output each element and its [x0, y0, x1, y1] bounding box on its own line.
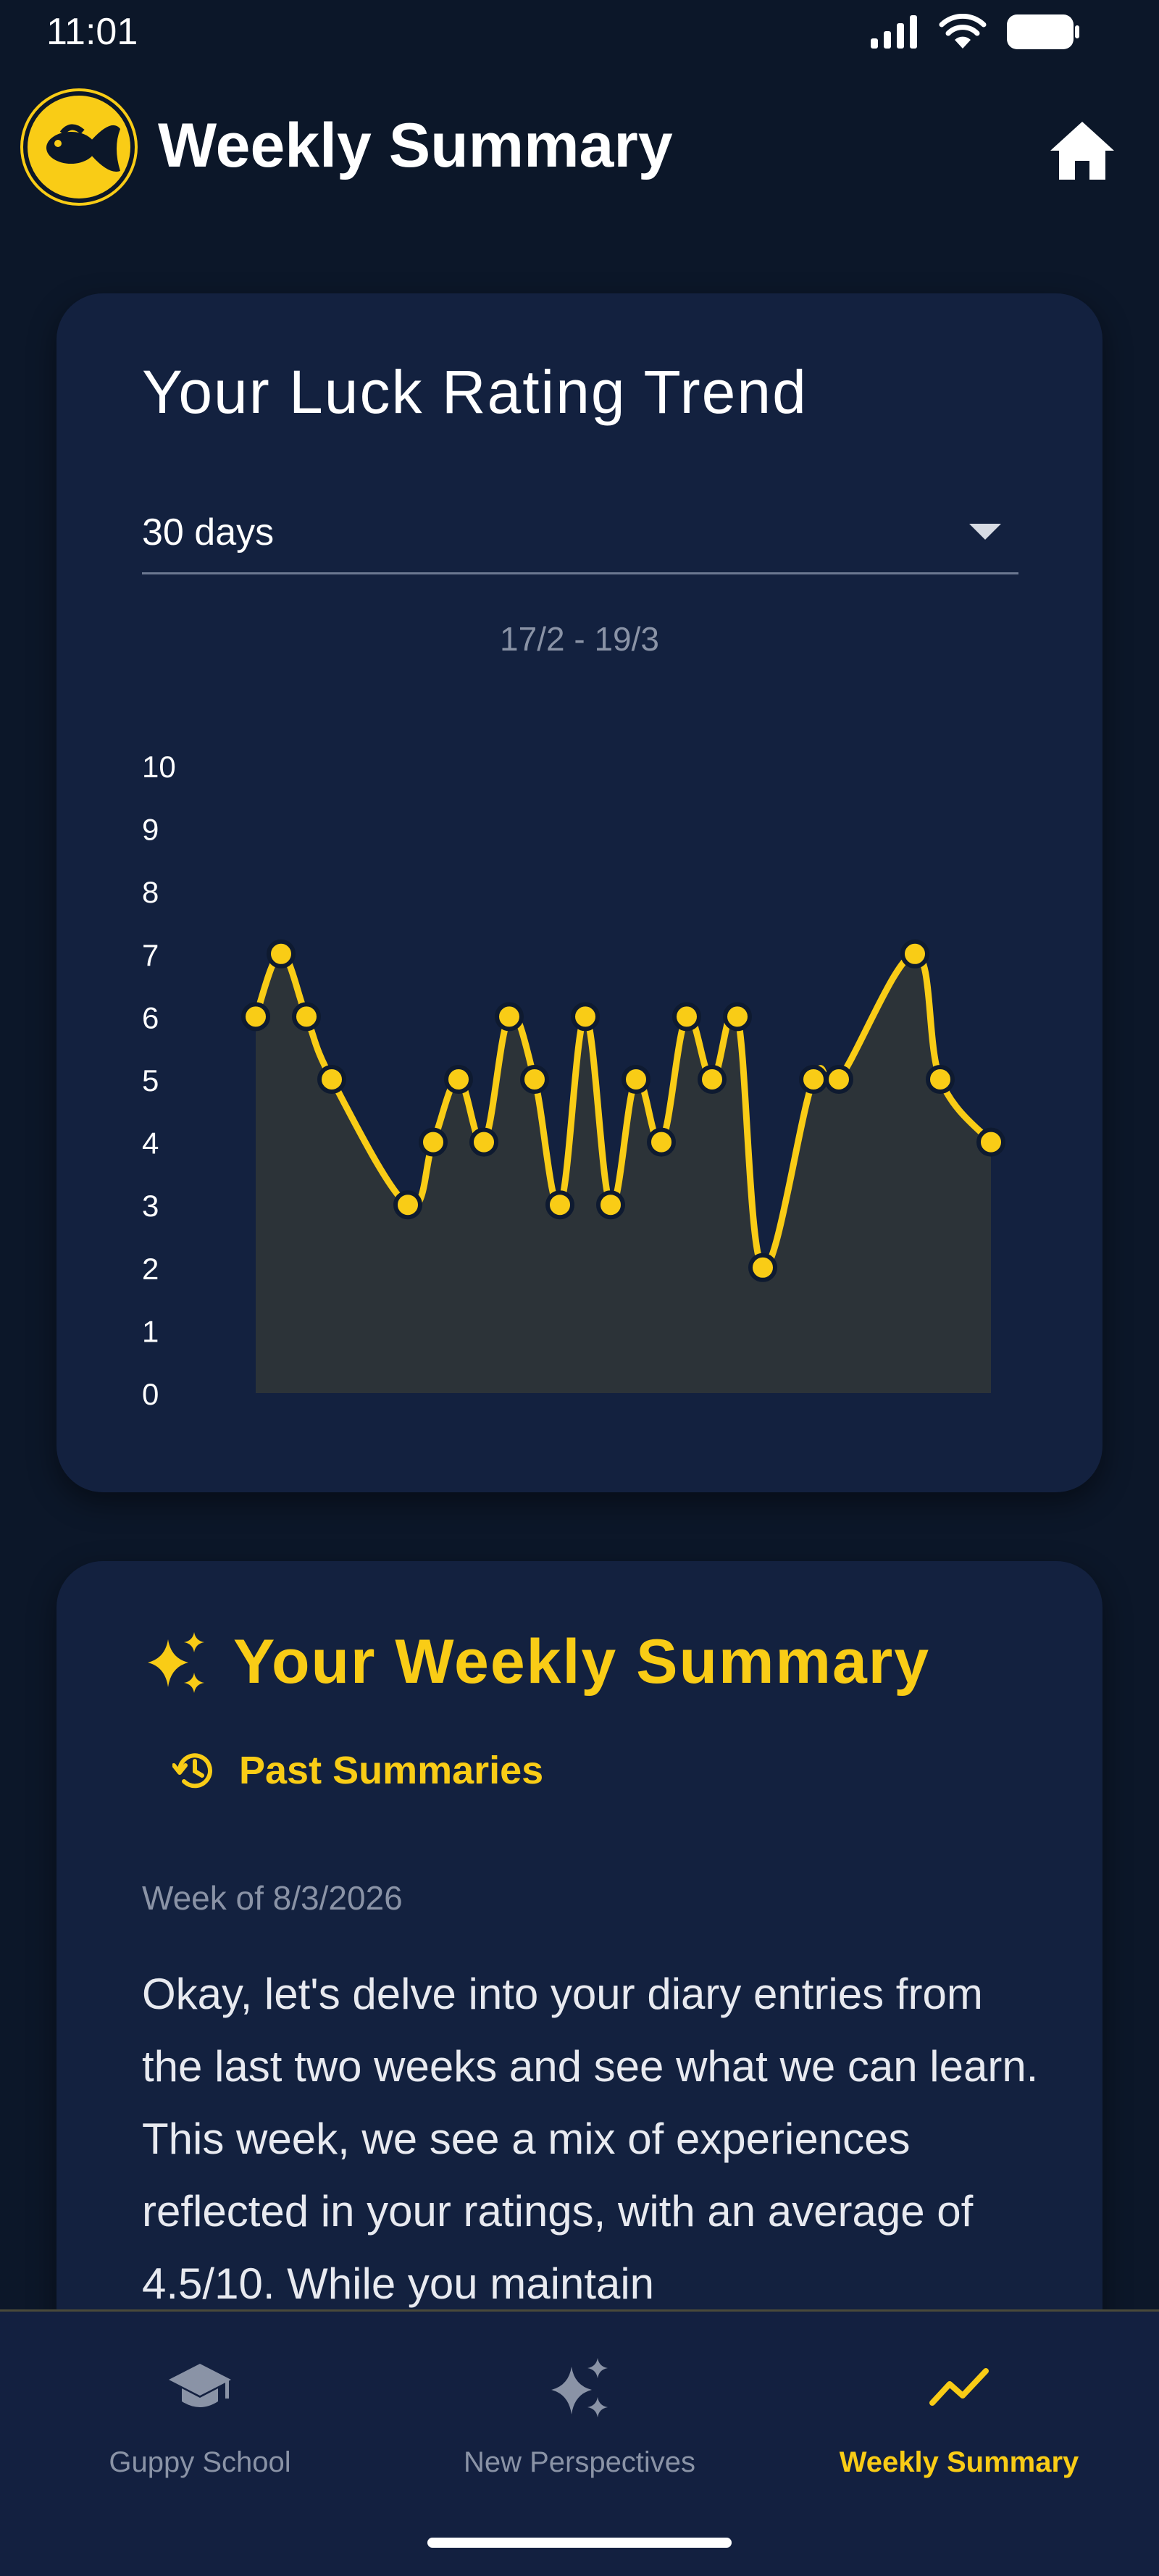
app-bar: Weekly Summary: [0, 80, 1159, 210]
x-tick-label: 4/3: [616, 1422, 656, 1423]
chart-data-point: [419, 1127, 448, 1157]
status-bar: 11:01: [0, 0, 1159, 65]
range-dropdown-value: 30 days: [142, 511, 275, 553]
wifi-icon: [939, 14, 987, 49]
nav-item-new-perspectives[interactable]: New Perspectives: [391, 2355, 768, 2493]
date-range-label: 17/2 - 19/3: [500, 620, 659, 658]
bottom-navigation: Guppy School New Perspectives Weekly Sum…: [0, 2309, 1159, 2576]
guppy-logo-icon: [23, 91, 135, 203]
summary-header: Your Weekly Summary: [142, 1626, 930, 1698]
y-tick-label: 10: [142, 750, 176, 784]
trend-card-title: Your Luck Rating Trend: [142, 358, 808, 426]
chart-data-point: [976, 1127, 1005, 1157]
sparkles-icon: [551, 2358, 608, 2417]
chart-data-point: [444, 1065, 473, 1094]
x-tick-label: 17/2: [227, 1422, 284, 1423]
nav-item-guppy-school[interactable]: Guppy School: [12, 2355, 388, 2493]
chart-data-point: [545, 1190, 574, 1220]
luck-rating-chart: 0 1 2 3 4 5 6 7 8 9 10 17/2 22/2 27/2 4/3 9/3 14/3 19/3: [142, 750, 1045, 1423]
chart-data-point: [267, 939, 296, 969]
home-indicator: [427, 2538, 732, 2548]
sparkles-icon: [148, 1631, 204, 1693]
page-title: Weekly Summary: [158, 111, 673, 180]
app-screen: 11:01 Weekly Summary Your Luck Rating Tr…: [0, 0, 1159, 2576]
chart-data-point: [317, 1065, 346, 1094]
home-button[interactable]: [1047, 117, 1117, 183]
y-tick-label: 6: [142, 1000, 159, 1034]
y-tick-label: 8: [142, 875, 159, 909]
status-icons: [869, 13, 1081, 51]
chart-data-point: [393, 1190, 422, 1220]
chart-data-point: [698, 1065, 727, 1094]
x-tick-label: 19/3: [988, 1422, 1045, 1423]
y-tick-label: 1: [142, 1314, 159, 1348]
y-tick-label: 7: [142, 938, 159, 972]
x-tick-label: 9/3: [742, 1422, 783, 1423]
week-label: Week of 8/3/2026: [142, 1879, 403, 1917]
chart-data-point: [926, 1065, 955, 1094]
y-tick-label: 2: [142, 1252, 159, 1286]
chart-data-point: [723, 1002, 752, 1032]
battery-icon: [1007, 14, 1079, 49]
chart-data-point: [241, 1002, 270, 1032]
graduation-cap-icon: [169, 2364, 231, 2407]
y-tick-label: 5: [142, 1063, 159, 1097]
dropdown-arrow-icon: [969, 524, 1001, 540]
chart-data-point: [647, 1127, 676, 1157]
range-dropdown[interactable]: 30 days: [142, 488, 1018, 574]
y-tick-label: 9: [142, 813, 159, 847]
luck-trend-card: Your Luck Rating Trend 30 days 17/2 - 19…: [57, 293, 1102, 1492]
trend-icon: [929, 2368, 989, 2406]
chart-data-point: [824, 1065, 853, 1094]
chart-data-point: [469, 1127, 498, 1157]
y-tick-label: 0: [142, 1377, 159, 1411]
nav-item-weekly-summary[interactable]: Weekly Summary: [771, 2355, 1147, 2493]
x-tick-label: 14/3: [861, 1422, 918, 1423]
chart-data-point: [799, 1065, 828, 1094]
y-tick-label: 3: [142, 1189, 159, 1223]
chart-data-point: [495, 1002, 524, 1032]
chart-data-point: [292, 1002, 321, 1032]
x-tick-label: 27/2: [481, 1422, 537, 1423]
signal-icon: [871, 15, 917, 49]
nav-label-weekly-summary: Weekly Summary: [839, 2446, 1079, 2478]
past-summaries-label: Past Summaries: [239, 1749, 544, 1792]
past-summaries-button[interactable]: Past Summaries: [172, 1748, 543, 1793]
summary-body-text: Okay, let's delve into your diary entrie…: [142, 1970, 1039, 2308]
chart-data-point: [596, 1190, 625, 1220]
status-time: 11:01: [46, 11, 138, 53]
chart-data-point: [748, 1253, 777, 1282]
nav-label-guppy-school: Guppy School: [109, 2446, 291, 2478]
chart-data-point: [900, 939, 929, 969]
home-icon: [1050, 122, 1114, 180]
nav-label-new-perspectives: New Perspectives: [463, 2446, 696, 2478]
summary-title: Your Weekly Summary: [233, 1627, 931, 1697]
history-icon: [172, 1753, 212, 1789]
x-tick-label: 22/2: [354, 1422, 411, 1423]
y-tick-label: 4: [142, 1126, 159, 1161]
chart-data-point: [672, 1002, 701, 1032]
chart-data-point: [520, 1065, 549, 1094]
chart-data-point: [622, 1065, 650, 1094]
chart-data-point: [571, 1002, 600, 1032]
